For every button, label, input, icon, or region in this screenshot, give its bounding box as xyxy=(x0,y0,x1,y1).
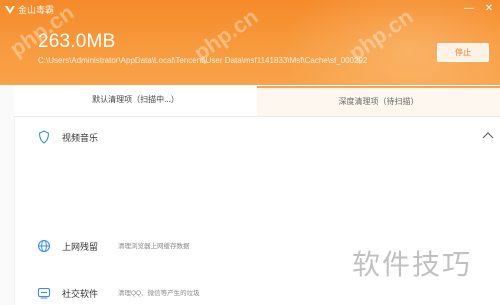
header-banner: 金山毒霸 — ✕ 263.0MB C:\Users\Administrator\… xyxy=(0,0,500,85)
current-scan-path: C:\Users\Administrator\AppData\Local\Ten… xyxy=(38,56,368,65)
app-title: 金山毒霸 xyxy=(18,5,55,15)
tab-deep-items[interactable]: 深度清理项（待扫描） xyxy=(257,86,500,116)
chevron-up-icon[interactable] xyxy=(480,129,496,143)
close-button[interactable]: ✕ xyxy=(484,2,494,16)
section-title: 上网残留 xyxy=(62,242,99,252)
title-bar: 金山毒霸 — ✕ xyxy=(0,0,500,20)
window-controls: — ✕ xyxy=(464,2,494,16)
app-logo-icon xyxy=(5,6,15,14)
chat-icon xyxy=(37,287,51,299)
minimize-button[interactable]: — xyxy=(464,2,474,16)
shield-icon xyxy=(38,130,50,144)
stop-button[interactable]: 停止 xyxy=(437,43,489,62)
cleanup-window: 金山毒霸 — ✕ 263.0MB C:\Users\Administrator\… xyxy=(0,0,500,305)
left-rail xyxy=(0,85,15,305)
scan-tabs: 默认清理项（扫描中...） 深度清理项（待扫描） xyxy=(14,86,500,117)
section-web-traces[interactable]: 上网残留 清理浏览器上网缓存数据 xyxy=(14,235,500,259)
section-title: 社交软件 xyxy=(62,289,99,299)
scanned-size: 263.0MB xyxy=(38,31,116,52)
tab-default-items[interactable]: 默认清理项（扫描中...） xyxy=(14,86,257,116)
section-video-music[interactable]: 视频音乐 xyxy=(14,126,500,150)
section-description: 清理QQ、微信等产生的垃圾 xyxy=(118,290,200,297)
section-title: 视频音乐 xyxy=(62,133,99,143)
globe-icon xyxy=(37,239,51,253)
section-social-apps[interactable]: 社交软件 清理QQ、微信等产生的垃圾 xyxy=(14,282,500,305)
section-description: 清理浏览器上网缓存数据 xyxy=(118,243,190,250)
